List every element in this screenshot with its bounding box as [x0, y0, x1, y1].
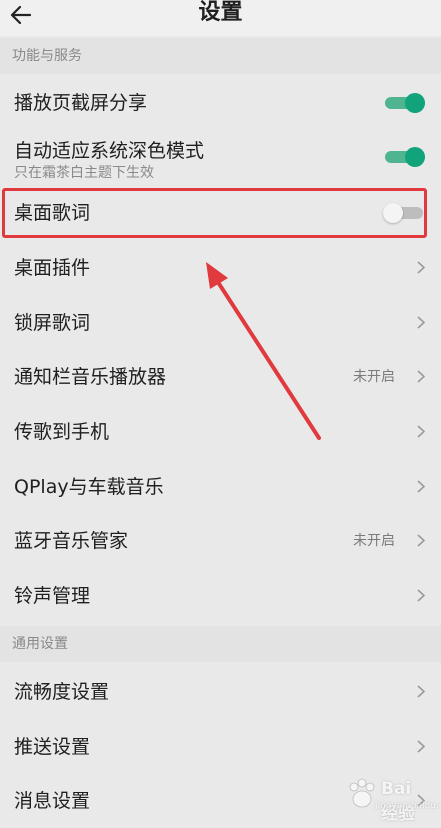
setting-row-transfer-songs[interactable]: 传歌到手机 [0, 405, 441, 459]
desktop-lyrics-toggle[interactable] [383, 203, 423, 223]
section-header-general: 通用设置 [0, 626, 441, 662]
app-header: 设置 [0, 0, 441, 36]
setting-label: 桌面歌词 [14, 202, 91, 224]
setting-sublabel: 只在霜茶白主题下生效 [14, 165, 154, 181]
chevron-right-icon [417, 740, 425, 753]
chevron-right-icon [417, 685, 425, 698]
setting-row-lockscreen-lyrics[interactable]: 锁屏歌词 [0, 296, 441, 350]
dark-mode-toggle[interactable] [385, 147, 425, 167]
setting-label: 消息设置 [14, 790, 91, 812]
setting-row-desktop-lyrics[interactable]: 桌面歌词 [0, 186, 441, 240]
setting-row-screenshot-share[interactable]: 播放页截屏分享 [0, 76, 441, 130]
setting-label: 流畅度设置 [14, 681, 110, 703]
setting-row-smoothness[interactable]: 流畅度设置 [0, 665, 441, 719]
chevron-right-icon [417, 425, 425, 438]
setting-label: 自动适应系统深色模式 [14, 140, 205, 162]
chevron-right-icon [417, 370, 425, 383]
setting-label: 传歌到手机 [14, 421, 110, 443]
watermark-url: jingyan.baidu.com [375, 801, 441, 811]
setting-row-notification-player[interactable]: 通知栏音乐播放器 未开启 [0, 350, 441, 404]
setting-label: 蓝牙音乐管家 [14, 530, 129, 552]
chevron-right-icon [417, 534, 425, 547]
setting-label: 推送设置 [14, 736, 91, 758]
chevron-right-icon [417, 480, 425, 493]
setting-label: 播放页截屏分享 [14, 92, 148, 114]
status-text: 未开启 [353, 533, 395, 549]
section-header-features: 功能与服务 [0, 38, 441, 74]
chevron-right-icon [417, 316, 425, 329]
chevron-right-icon [417, 589, 425, 602]
setting-label: 锁屏歌词 [14, 312, 91, 334]
toggle-knob [383, 203, 403, 223]
setting-label: 铃声管理 [14, 585, 91, 607]
toggle-knob [405, 147, 425, 167]
setting-row-push[interactable]: 推送设置 [0, 720, 441, 774]
setting-row-bluetooth-manager[interactable]: 蓝牙音乐管家 未开启 [0, 514, 441, 568]
screenshot-share-toggle[interactable] [385, 93, 425, 113]
status-text: 未开启 [353, 369, 395, 385]
setting-row-qplay-car[interactable]: QPlay与车载音乐 [0, 460, 441, 514]
chevron-right-icon [417, 261, 425, 274]
paw-icon [349, 778, 375, 808]
setting-row-ringtone[interactable]: 铃声管理 [0, 569, 441, 623]
page-title: 设置 [198, 0, 243, 25]
toggle-knob [405, 93, 425, 113]
setting-row-dark-mode[interactable]: 自动适应系统深色模式 只在霜茶白主题下生效 [0, 130, 441, 186]
setting-row-desktop-widget[interactable]: 桌面插件 [0, 241, 441, 295]
setting-label: 通知栏音乐播放器 [14, 366, 167, 388]
setting-label: QPlay与车载音乐 [14, 476, 164, 498]
baidu-jingyan-watermark: Bai 经验 jingyan.baidu.com [345, 777, 441, 824]
setting-label: 桌面插件 [14, 257, 91, 279]
